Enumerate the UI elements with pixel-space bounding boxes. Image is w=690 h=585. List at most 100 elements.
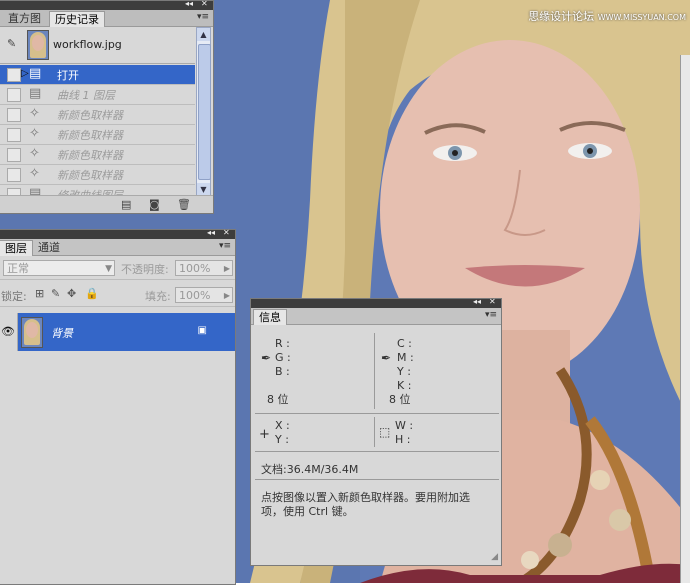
- info-doc-size: 文档:36.4M/36.4M: [261, 463, 359, 476]
- panel-menu-icon[interactable]: ▾≡: [197, 12, 209, 22]
- blend-mode-select[interactable]: 正常 ▼: [3, 260, 115, 276]
- layers-titlebar[interactable]: ◂◂ ✕: [0, 228, 235, 239]
- scroll-up-icon[interactable]: ▲: [197, 28, 210, 41]
- history-snapshot[interactable]: ✎ workflow.jpg: [0, 27, 195, 64]
- fill-value: 100%: [179, 289, 211, 302]
- color-sampler-icon: ✧: [29, 146, 40, 161]
- fill-label: 填充:: [145, 290, 171, 303]
- info-x-label: X :: [275, 419, 290, 432]
- info-r-label: R :: [275, 337, 290, 350]
- info-h-label: H :: [395, 433, 411, 446]
- tab-layers[interactable]: 图层: [0, 240, 33, 256]
- layer-row[interactable]: 👁 背景 ▣: [0, 313, 235, 351]
- layer-name: 背景: [51, 327, 73, 340]
- history-brush-checkbox[interactable]: [7, 168, 21, 182]
- history-footer: ▤ ◙ 🗑: [0, 195, 213, 213]
- trash-icon[interactable]: 🗑: [177, 198, 191, 211]
- info-y-label: Y :: [397, 365, 411, 378]
- info-titlebar[interactable]: ◂◂ ✕: [251, 297, 501, 308]
- close-icon[interactable]: ✕: [201, 0, 208, 8]
- lock-all-icon[interactable]: 🔒: [85, 287, 99, 300]
- color-sampler-icon: ✧: [29, 166, 40, 181]
- watermark-text: 思缘设计论坛: [528, 10, 595, 23]
- history-item-label: 曲线 1 图层: [57, 89, 115, 102]
- history-brush-checkbox[interactable]: [7, 68, 21, 82]
- history-item[interactable]: ✧ 新颜色取样器: [0, 145, 195, 165]
- crosshair-icon: +: [259, 427, 270, 442]
- history-item[interactable]: ▤ 修改曲线图层: [0, 185, 195, 195]
- info-m-label: M :: [397, 351, 414, 364]
- tab-info[interactable]: 信息: [253, 309, 287, 325]
- resize-grip-icon[interactable]: ◢: [491, 552, 498, 562]
- lock-position-icon[interactable]: ✥: [67, 287, 76, 300]
- panel-menu-icon[interactable]: ▾≡: [485, 310, 497, 320]
- chevron-right-icon: ▶: [223, 264, 230, 273]
- history-brush-checkbox[interactable]: [7, 88, 21, 102]
- document-icon: ▤: [29, 66, 42, 81]
- divider: [374, 333, 375, 409]
- eye-icon[interactable]: 👁: [1, 325, 15, 338]
- info-bits-right: 8 位: [389, 393, 411, 406]
- panel-menu-icon[interactable]: ▾≡: [219, 241, 231, 251]
- history-brush-checkbox[interactable]: [7, 188, 21, 195]
- history-tabbar: 直方图 历史记录 ▾≡: [0, 10, 213, 27]
- collapse-icon[interactable]: ◂◂: [185, 0, 193, 8]
- opacity-field[interactable]: 100% ▶: [175, 260, 233, 276]
- history-item-label: 修改曲线图层: [57, 187, 123, 195]
- collapse-icon[interactable]: ◂◂: [473, 297, 481, 306]
- history-item-label: 打开: [57, 69, 79, 82]
- new-document-from-state-icon[interactable]: ▤: [121, 198, 131, 211]
- history-item-label: 新颜色取样器: [57, 109, 123, 122]
- divider: [255, 413, 499, 414]
- watermark-site: WWW.MISSYUAN.COM: [597, 13, 686, 22]
- lock-row: 锁定: ⊞ ✎ ✥ 🔒 填充: 100% ▶: [0, 284, 235, 307]
- history-item[interactable]: ✧ 新颜色取样器: [0, 125, 195, 145]
- fill-field[interactable]: 100% ▶: [175, 287, 233, 303]
- collapse-icon[interactable]: ◂◂: [207, 228, 215, 237]
- marquee-icon: ⬚: [379, 425, 391, 439]
- history-item[interactable]: ▤ 曲线 1 图层: [0, 85, 195, 105]
- divider: [255, 479, 499, 480]
- watermark: 思缘设计论坛 WWW.MISSYUAN.COM: [528, 8, 686, 24]
- scroll-thumb[interactable]: [198, 44, 211, 180]
- history-scrollbar[interactable]: ▲ ▼: [196, 27, 211, 197]
- close-icon[interactable]: ✕: [489, 297, 496, 306]
- info-w-label: W :: [395, 419, 414, 432]
- divider: [374, 417, 375, 447]
- divider: [255, 451, 499, 452]
- opacity-value: 100%: [179, 262, 211, 275]
- lock-image-icon[interactable]: ✎: [51, 287, 60, 300]
- document-icon: ▤: [29, 186, 42, 195]
- layer-thumbnail: [21, 317, 43, 348]
- layers-panel: ◂◂ ✕ 图层 通道 ▾≡ 正常 ▼ 不透明度: 100% ▶ 锁定: ⊞ ✎ …: [0, 228, 236, 585]
- history-titlebar[interactable]: ◂◂ ✕: [0, 0, 213, 10]
- tab-channels[interactable]: 通道: [33, 240, 65, 255]
- history-item-label: 新颜色取样器: [57, 129, 123, 142]
- history-item[interactable]: ▷ ▤ 打开: [0, 65, 195, 85]
- history-item[interactable]: ✧ 新颜色取样器: [0, 105, 195, 125]
- history-brush-checkbox[interactable]: [7, 108, 21, 122]
- info-b-label: B :: [275, 365, 290, 378]
- history-item-label: 新颜色取样器: [57, 149, 123, 162]
- chevron-down-icon: ▼: [105, 264, 112, 274]
- info-bits-left: 8 位: [267, 393, 289, 406]
- lock-transparent-icon[interactable]: ⊞: [35, 287, 44, 300]
- info-g-label: G :: [275, 351, 291, 364]
- history-brush-checkbox[interactable]: [7, 148, 21, 162]
- blend-row: 正常 ▼ 不透明度: 100% ▶: [0, 257, 235, 280]
- tab-histogram[interactable]: 直方图: [3, 11, 46, 26]
- tab-history[interactable]: 历史记录: [49, 11, 105, 27]
- new-snapshot-icon[interactable]: ◙: [149, 198, 160, 211]
- snapshot-thumbnail: [27, 30, 49, 60]
- brush-source-icon[interactable]: ✎: [7, 37, 16, 50]
- lock-icon: ▣: [197, 325, 207, 336]
- layers-tabbar: 图层 通道 ▾≡: [0, 239, 235, 256]
- history-brush-checkbox[interactable]: [7, 128, 21, 142]
- history-item[interactable]: ✧ 新颜色取样器: [0, 165, 195, 185]
- chevron-right-icon: ▶: [223, 291, 230, 300]
- right-edge-scrollbar[interactable]: [680, 55, 690, 583]
- info-panel: ◂◂ ✕ 信息 ▾≡ ✒ R : G : B : ✒ C : M : Y : K…: [250, 297, 502, 566]
- layer-visibility-toggle[interactable]: 👁: [0, 313, 18, 351]
- color-sampler-icon: ✧: [29, 106, 40, 121]
- close-icon[interactable]: ✕: [223, 228, 230, 237]
